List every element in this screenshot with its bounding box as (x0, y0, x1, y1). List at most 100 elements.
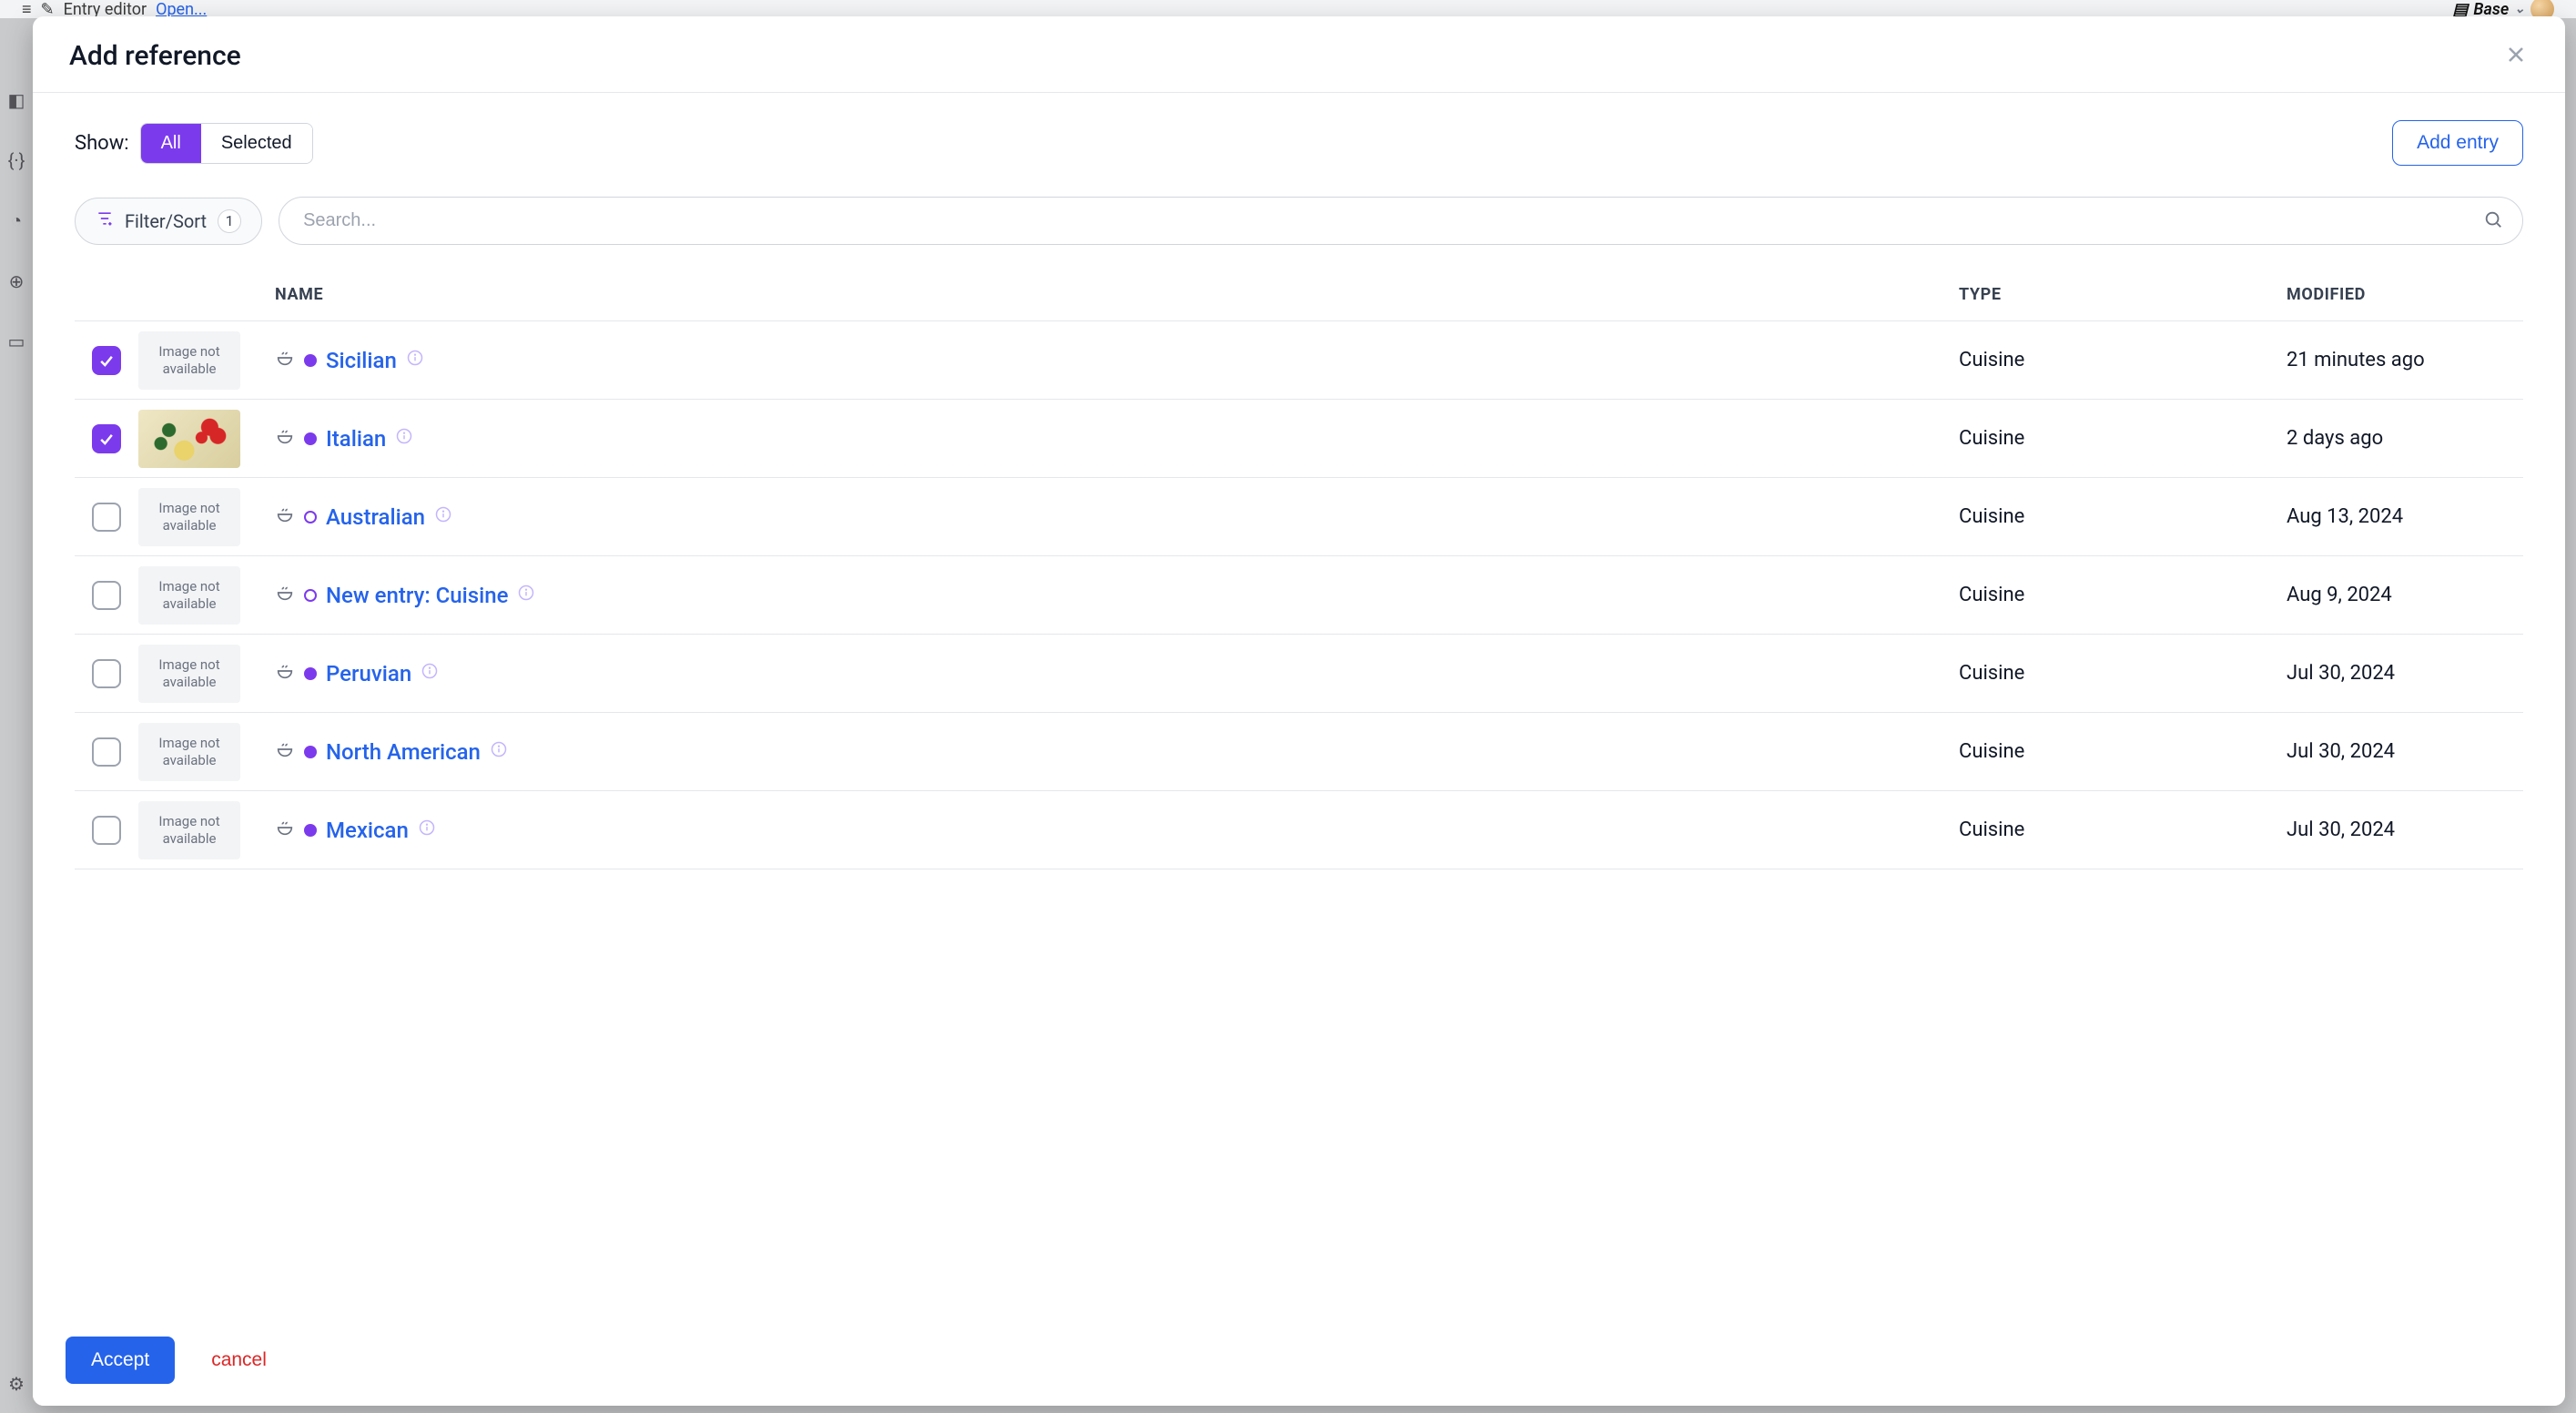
entry-link[interactable]: Sicilian (326, 348, 397, 373)
cuisine-icon (275, 661, 295, 686)
table-row: Image not available North American Cuisine… (75, 713, 2523, 791)
thumbnail-placeholder: Image not available (138, 801, 240, 859)
app-left-rail: ◧ {·} ◔ ⊕ ▭ ⚙ (0, 16, 33, 1413)
info-icon[interactable] (490, 740, 508, 764)
row-checkbox[interactable] (92, 816, 121, 845)
close-button[interactable] (2503, 42, 2529, 71)
row-thumbnail: Image not available (138, 645, 275, 703)
table-row: Italian Cuisine2 days ago (75, 400, 2523, 478)
info-icon[interactable] (517, 584, 535, 607)
row-thumbnail: Image not available (138, 723, 275, 781)
name-cell: Sicilian (275, 348, 1959, 373)
thumbnail-placeholder: Image not available (138, 723, 240, 781)
rail-icon[interactable]: ◧ (8, 89, 25, 111)
row-checkbox[interactable] (92, 737, 121, 767)
add-reference-modal: Add reference Show: All Selected Add ent… (33, 16, 2565, 1406)
type-cell: Cuisine (1959, 349, 2287, 371)
name-cell: Italian (275, 426, 1959, 452)
row-checkbox[interactable] (92, 659, 121, 688)
filter-sort-button[interactable]: Filter/Sort 1 (75, 198, 262, 245)
table-row: Image not available Sicilian Cuisine21 min… (75, 321, 2523, 400)
accept-button[interactable]: Accept (66, 1337, 175, 1384)
modified-cell: Jul 30, 2024 (2287, 818, 2523, 841)
table-row: Image not available New entry: Cuisine Cui… (75, 556, 2523, 635)
add-entry-button[interactable]: Add entry (2392, 120, 2523, 166)
reference-table: NAME TYPE MODIFIED Image not available Si… (75, 269, 2523, 869)
tab-selected[interactable]: Selected (201, 124, 312, 163)
type-cell: Cuisine (1959, 740, 2287, 763)
row-checkbox[interactable] (92, 346, 121, 375)
row-thumbnail: Image not available (138, 331, 275, 390)
name-cell: North American (275, 739, 1959, 765)
rail-icon[interactable]: {·} (8, 149, 25, 171)
table-row: Image not available Mexican CuisineJul 30,… (75, 791, 2523, 869)
row-thumbnail (138, 410, 275, 468)
info-icon[interactable] (434, 505, 452, 529)
rail-icon[interactable]: ⊕ (9, 270, 25, 292)
entry-link[interactable]: Australian (326, 504, 425, 530)
info-icon[interactable] (418, 818, 436, 842)
modal-body: Show: All Selected Add entry Filter/Sort… (33, 93, 2565, 1318)
type-cell: Cuisine (1959, 584, 2287, 606)
search-icon (2483, 209, 2503, 233)
modal-title: Add reference (69, 40, 241, 72)
modified-cell: Jul 30, 2024 (2287, 740, 2523, 763)
cancel-button[interactable]: cancel (211, 1349, 267, 1371)
thumbnail-image (138, 410, 240, 468)
col-modified: MODIFIED (2287, 285, 2523, 304)
row-checkbox[interactable] (92, 581, 121, 610)
cuisine-icon (275, 348, 295, 373)
chevron-down-icon: ⌄ (2514, 2, 2525, 16)
table-row: Image not availableAustralianCuisineAug … (75, 478, 2523, 556)
status-dot-published-icon (304, 667, 317, 680)
thumbnail-placeholder: Image not available (138, 645, 240, 703)
modified-cell: Aug 13, 2024 (2287, 505, 2523, 528)
row-checkbox[interactable] (92, 503, 121, 532)
filter-icon (96, 209, 114, 232)
cuisine-icon (275, 426, 295, 452)
table-head: NAME TYPE MODIFIED (75, 269, 2523, 321)
col-name: NAME (275, 285, 1959, 304)
status-dot-published-icon (304, 432, 317, 445)
info-icon[interactable] (406, 349, 424, 372)
tab-all[interactable]: All (141, 124, 201, 163)
type-cell: Cuisine (1959, 818, 2287, 841)
type-cell: Cuisine (1959, 662, 2287, 685)
name-cell: Australian (275, 504, 1959, 530)
row-thumbnail: Image not available (138, 566, 275, 625)
entry-link[interactable]: North American (326, 739, 481, 765)
filter-sort-label: Filter/Sort (125, 210, 207, 232)
col-type: TYPE (1959, 285, 2287, 304)
gear-icon[interactable]: ⚙ (8, 1373, 25, 1395)
show-label: Show: (75, 132, 129, 155)
status-dot-published-icon (304, 354, 317, 367)
type-cell: Cuisine (1959, 427, 2287, 450)
info-icon[interactable] (395, 427, 413, 451)
filter-count-badge: 1 (218, 209, 241, 233)
entry-link[interactable]: Mexican (326, 818, 409, 843)
cuisine-icon (275, 583, 295, 608)
entry-link[interactable]: Peruvian (326, 661, 411, 686)
cuisine-icon (275, 739, 295, 765)
modified-cell: 21 minutes ago (2287, 349, 2523, 371)
status-dot-published-icon (304, 746, 317, 758)
search-input[interactable] (279, 197, 2523, 245)
rail-icon[interactable]: ▭ (8, 330, 25, 352)
table-row: Image not available Peruvian CuisineJul 30… (75, 635, 2523, 713)
search-wrap (279, 197, 2523, 245)
thumbnail-placeholder: Image not available (138, 488, 240, 546)
cuisine-icon (275, 504, 295, 530)
toolbar: Show: All Selected Add entry (75, 120, 2523, 166)
modal-header: Add reference (33, 16, 2565, 93)
name-cell: New entry: Cuisine (275, 583, 1959, 608)
info-icon[interactable] (421, 662, 439, 686)
name-cell: Peruvian (275, 661, 1959, 686)
modified-cell: Jul 30, 2024 (2287, 662, 2523, 685)
rail-icon[interactable]: ◔ (11, 209, 22, 232)
entry-link[interactable]: New entry: Cuisine (326, 583, 508, 608)
filter-row: Filter/Sort 1 (75, 197, 2523, 245)
modified-cell: 2 days ago (2287, 427, 2523, 450)
entry-link[interactable]: Italian (326, 426, 386, 452)
close-icon (2503, 42, 2529, 67)
row-checkbox[interactable] (92, 424, 121, 453)
